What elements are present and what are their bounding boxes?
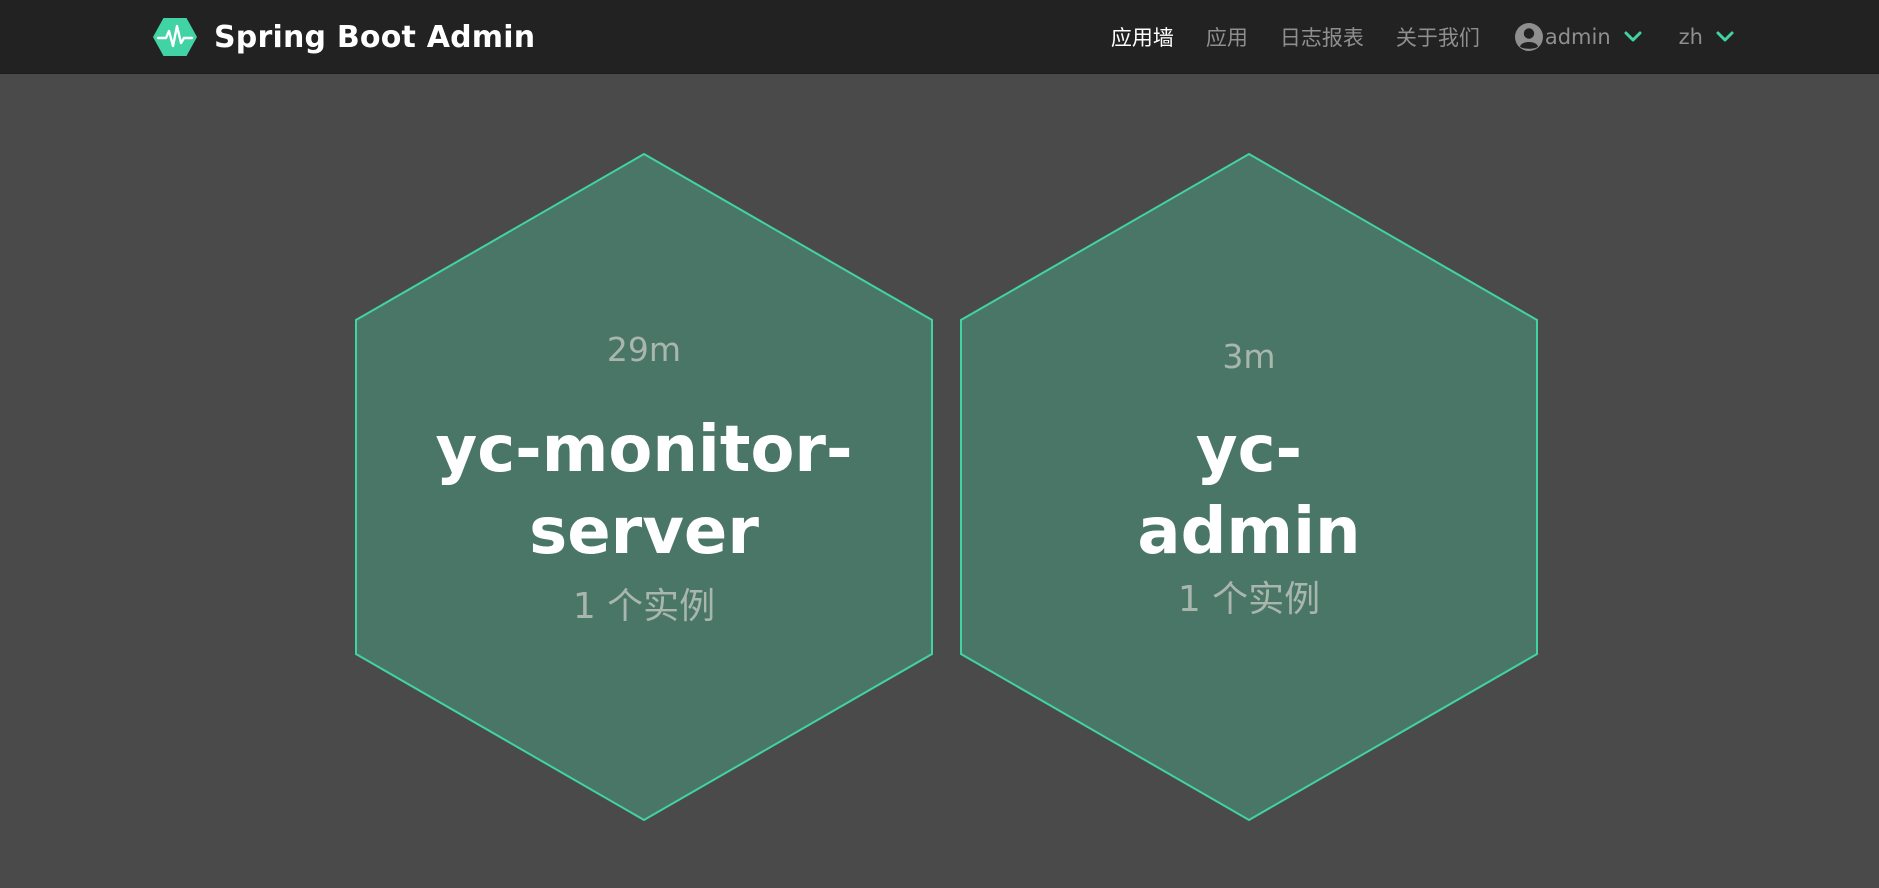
app-title: Spring Boot Admin [214, 19, 536, 55]
nav-item-about-us[interactable]: 关于我们 [1380, 22, 1496, 52]
heartbeat-hexagon-icon [153, 18, 197, 56]
top-navbar: Spring Boot Admin 应用墙 应用 日志报表 关于我们 admin… [0, 0, 1879, 74]
application-name-line-1: yc-monitor- [435, 413, 853, 487]
application-hexagon-yc-monitor-server[interactable]: 29m yc-monitor- server 1 个实例 [354, 152, 934, 822]
user-menu[interactable]: admin [1496, 22, 1659, 52]
nav-item-wallboard[interactable]: 应用墙 [1095, 22, 1190, 52]
nav-item-log-reports[interactable]: 日志报表 [1264, 22, 1380, 52]
language-value: zh [1678, 25, 1703, 49]
user-name: admin [1544, 25, 1611, 49]
chevron-down-icon [1624, 31, 1642, 42]
application-name-line-2: admin [1137, 495, 1361, 569]
chevron-down-icon [1716, 31, 1734, 42]
nav-item-applications[interactable]: 应用 [1190, 22, 1264, 52]
hexagon-content: 3m yc- admin 1 个实例 [1019, 152, 1479, 822]
instance-count: 1 个实例 [572, 586, 716, 627]
application-hexagon-yc-admin[interactable]: 3m yc- admin 1 个实例 [959, 152, 1539, 822]
uptime-label: 29m [606, 330, 682, 369]
instance-count: 1 个实例 [1177, 579, 1321, 620]
user-circle-icon [1514, 23, 1543, 51]
uptime-label: 3m [1222, 337, 1276, 376]
application-name-line-2: server [529, 495, 759, 569]
hexagon-content: 29m yc-monitor- server 1 个实例 [414, 152, 874, 822]
brand[interactable]: Spring Boot Admin [152, 16, 535, 58]
main-nav: 应用墙 应用 日志报表 关于我们 admin zh [1095, 0, 1735, 74]
application-name-line-1: yc- [1195, 413, 1303, 487]
language-selector[interactable]: zh [1659, 25, 1735, 49]
